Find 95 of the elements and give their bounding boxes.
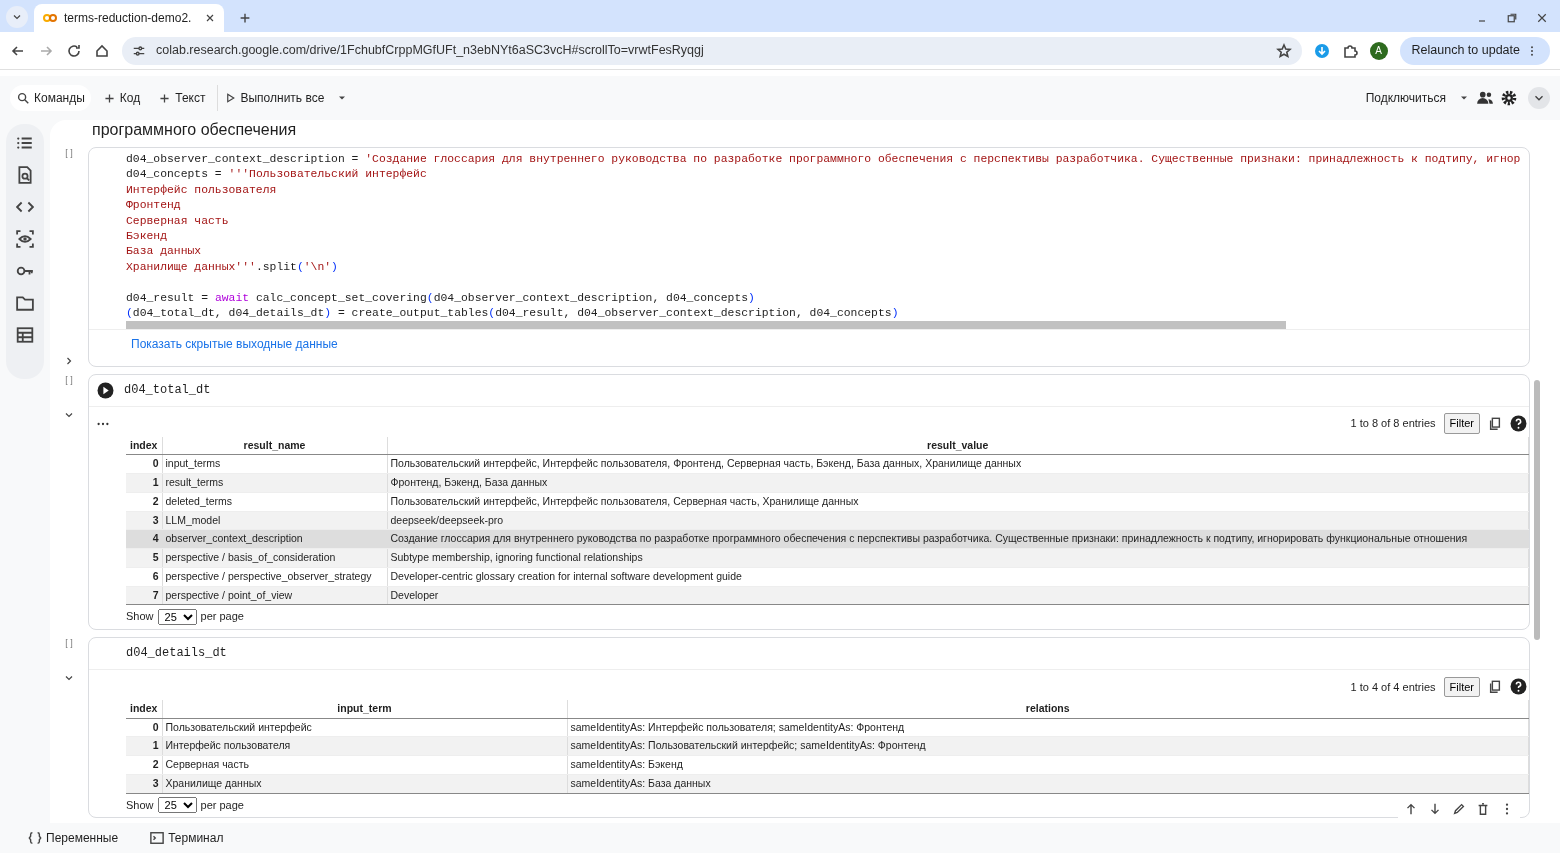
table-cell: deleted_terms	[162, 492, 387, 511]
code-line: Серверная часть	[126, 213, 230, 229]
commands-button[interactable]: Команды	[10, 85, 91, 111]
search-icon[interactable]	[16, 166, 34, 184]
heading-text: программного обеспечения	[91, 120, 298, 140]
entries-count: 1 to 8 of 8 entries	[1350, 416, 1436, 432]
table-icon[interactable]	[16, 326, 34, 344]
code-line: База данных	[126, 244, 203, 260]
pencil-icon[interactable]	[1452, 802, 1466, 816]
table-cell: 2	[126, 755, 162, 775]
code-line: Интерфейс пользователя	[126, 182, 278, 198]
entries-count: 1 to 4 of 4 entries	[1350, 679, 1436, 695]
table-cell: 6	[126, 567, 162, 586]
star-icon[interactable]	[1275, 42, 1292, 59]
browser-tab[interactable]: terms-reduction-demo2.	[34, 4, 224, 32]
variables-button[interactable]: Переменные	[22, 825, 125, 851]
copy-icon[interactable]	[1488, 679, 1502, 694]
folder-icon[interactable]	[16, 294, 34, 312]
tab-title: terms-reduction-demo2.	[64, 10, 193, 27]
play-icon	[224, 92, 237, 104]
add-code-button[interactable]: Код	[96, 85, 147, 111]
per-page-label: per page	[200, 609, 244, 625]
braces-icon	[28, 831, 42, 845]
add-text-button[interactable]: Текст	[152, 85, 212, 111]
list-icon[interactable]	[16, 134, 34, 152]
column-header[interactable]: relations	[567, 699, 1529, 718]
code-line: Фронтенд	[126, 198, 182, 214]
code-line: Бэкенд	[126, 229, 168, 245]
puzzle-icon[interactable]	[1341, 42, 1358, 59]
page-size-select[interactable]: 25	[157, 608, 197, 625]
arrow-down-icon[interactable]	[1428, 802, 1442, 816]
close-icon[interactable]	[204, 12, 216, 24]
code-line: d04_total_dt	[124, 382, 211, 399]
table-cell: input_terms	[162, 454, 387, 474]
connect-button[interactable]: Подключиться	[1359, 85, 1452, 111]
execution-count: [ ]	[65, 373, 73, 387]
close-icon[interactable]	[1536, 12, 1548, 24]
table-cell: perspective / perspective_observer_strategy	[162, 567, 387, 586]
profile-avatar[interactable]: A	[1369, 41, 1388, 60]
plus-icon[interactable]	[238, 11, 252, 25]
show-label: Show	[126, 609, 154, 625]
run-button-icon[interactable]	[97, 381, 114, 399]
code-line: (d04_total_dt, d04_details_dt) = create_output_tables(d04_result, d04_observer_context_description, d04_concepts)	[126, 306, 900, 322]
copy-icon[interactable]	[1488, 416, 1502, 431]
code-line: Хранилище данных'''.split('\n')	[126, 259, 339, 275]
eye-icon[interactable]	[16, 230, 34, 248]
scrollbar[interactable]	[126, 321, 1286, 330]
people-icon[interactable]	[1476, 89, 1494, 107]
search-icon	[16, 91, 30, 105]
table-cell: Серверная часть	[162, 755, 567, 775]
download-icon[interactable]	[1313, 42, 1330, 59]
terminal-button[interactable]: Терминал	[144, 825, 230, 851]
trash-icon[interactable]	[1476, 802, 1490, 816]
filter-button[interactable]: Filter	[1443, 676, 1480, 697]
table-cell: Пользовательский интерфейс, Интерфейс пользователя, Фронтенд, Серверная часть, Бэкенд, База данных, Хранилище данных	[387, 454, 1529, 474]
terminal-icon	[150, 831, 165, 845]
address-bar[interactable]: colab.research.google.com/drive/1FchubfCrppMGfUFt_n3ebNYt6aSC3vcH#scrollTo=vrwtFesRyqgj	[122, 36, 1302, 65]
table-cell: sameIdentityAs: Бэкенд	[567, 755, 1529, 775]
home-icon[interactable]	[94, 42, 110, 59]
execution-count: [ ]	[65, 636, 73, 650]
plus-icon	[102, 91, 116, 105]
per-page-label: per page	[200, 797, 244, 813]
run-all-button[interactable]: Выполнить все	[217, 85, 331, 111]
column-header[interactable]: result_name	[162, 436, 387, 455]
table-cell: Developer-centric glossary creation for internal software development guide	[387, 567, 1529, 586]
help-icon[interactable]	[1510, 415, 1527, 432]
settings-icon[interactable]	[1500, 89, 1518, 107]
table-cell: Пользовательский интерфейс, Интерфейс пользователя, Серверная часть, Хранилище данных	[387, 492, 1529, 511]
table-cell: Пользовательский интерфейс	[162, 718, 567, 737]
table-cell: 0	[126, 718, 162, 737]
column-header[interactable]: result_value	[387, 436, 1529, 455]
table-cell: 2	[126, 492, 162, 511]
code-line: d04_observer_context_description = 'Создание глоссария для внутреннего руководства по разработке программного обеспечения с перспективы разработчика. Существенные признаки: принадлежность к подтипу, игнор	[126, 152, 1522, 167]
table-cell: 0	[126, 454, 162, 474]
column-header[interactable]: index	[126, 699, 162, 718]
column-header[interactable]: input_term	[162, 699, 567, 718]
execution-count: [ ]	[65, 147, 73, 160]
filter-button[interactable]: Filter	[1443, 413, 1480, 434]
table-cell: sameIdentityAs: Интерфейс пользователя; sameIdentityAs: Фронтенд	[567, 718, 1529, 737]
reload-icon[interactable]	[66, 42, 82, 59]
help-icon[interactable]	[1510, 678, 1527, 696]
column-header[interactable]: index	[126, 436, 162, 455]
code-line: d04_result = await calc_concept_set_covering(d04_observer_context_description, d04_concepts)	[126, 290, 756, 306]
arrow-up-icon[interactable]	[1404, 802, 1418, 816]
show-label: Show	[126, 797, 154, 813]
plus-icon	[158, 91, 172, 105]
scrollbar[interactable]	[1534, 380, 1540, 640]
page-size-select[interactable]: 25	[157, 796, 197, 813]
chevron-down-icon[interactable]	[1528, 87, 1550, 109]
site-settings-icon[interactable]	[132, 43, 146, 58]
relaunch-button[interactable]: Relaunch to update	[1399, 36, 1550, 65]
restore-icon[interactable]	[1506, 12, 1518, 24]
code-line: d04_details_dt	[126, 645, 227, 663]
code-line: d04_concepts = '''Пользовательский интерфейс	[126, 167, 428, 183]
show-hidden-output-link[interactable]: Показать скрытые выходные данные	[131, 337, 338, 352]
